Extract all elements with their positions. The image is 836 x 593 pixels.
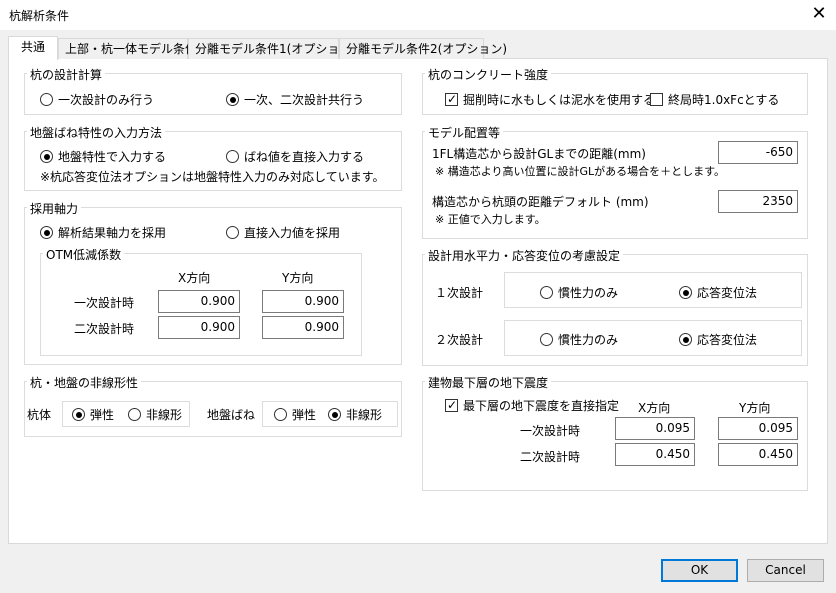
- axial-force-legend: 採用軸力: [27, 200, 82, 217]
- radio-selected-icon: [679, 333, 692, 346]
- radio-label: 弾性: [292, 408, 317, 422]
- radio-icon: [540, 286, 553, 299]
- soil-spring-label: 地盤ばね: [207, 408, 256, 422]
- checkbox-label: 終局時1.0xFcとする: [668, 93, 780, 107]
- axial-direct-radio[interactable]: 直接入力値を採用: [226, 224, 340, 241]
- otm-row1-label: 一次設計時: [74, 296, 135, 310]
- radio-icon: [540, 333, 553, 346]
- radio-label: 応答変位法: [697, 286, 758, 300]
- otm-secondary-x-input[interactable]: 0.900: [158, 316, 240, 339]
- seismic-row2-label: 二次設計時: [520, 450, 581, 464]
- radio-selected-icon: [328, 408, 341, 421]
- pile-elastic-radio[interactable]: 弾性: [72, 406, 114, 423]
- checkbox-icon: [650, 93, 663, 106]
- seismic-primary-x-input[interactable]: 0.095: [615, 417, 695, 440]
- checkbox-label: 掘削時に水もしくは泥水を使用する: [463, 93, 656, 107]
- radio-label: 非線形: [346, 408, 383, 422]
- radio-icon: [40, 93, 53, 106]
- seismic-secondary-y-input[interactable]: 0.450: [718, 443, 798, 466]
- radio-selected-icon: [679, 286, 692, 299]
- primary-inertia-only-radio[interactable]: 慣性力のみ: [540, 284, 618, 301]
- radio-label: 弾性: [90, 408, 115, 422]
- model-placement-legend: モデル配置等: [425, 124, 504, 141]
- radio-selected-icon: [40, 226, 53, 239]
- radio-label: 慣性力のみ: [558, 333, 619, 347]
- pile-head-default-note: ※ 正値で入力します。: [435, 213, 546, 226]
- design-calc-legend: 杭の設計計算: [27, 66, 106, 83]
- radio-label: 応答変位法: [697, 333, 758, 347]
- window-title: 杭解析条件: [9, 9, 70, 23]
- tab-separated-model-2[interactable]: 分離モデル条件2(オプション): [339, 38, 507, 59]
- gl-distance-note: ※ 構造芯より高い位置に設計GLがある場合を＋とします。: [435, 165, 726, 178]
- pile-body-label: 杭体: [27, 408, 52, 422]
- seismic-primary-y-input[interactable]: 0.095: [718, 417, 798, 440]
- radio-selected-icon: [40, 150, 53, 163]
- horizontal-row1-label: １次設計: [435, 286, 484, 300]
- spring-input-note: ※杭応答変位法オプションは地盤特性入力のみ対応しています。: [40, 170, 385, 184]
- design-calc-primary-only-radio[interactable]: 一次設計のみ行う: [40, 91, 154, 108]
- ok-button[interactable]: OK: [661, 559, 738, 582]
- radio-label: 非線形: [146, 408, 183, 422]
- gl-distance-input[interactable]: -650: [718, 141, 798, 164]
- title-bar: [0, 0, 836, 30]
- design-calc-both-radio[interactable]: 一次、二次設計共行う: [226, 91, 364, 108]
- radio-selected-icon: [72, 408, 85, 421]
- gl-distance-label: 1FL構造芯から設計GLまでの距離(mm): [432, 147, 646, 161]
- checkbox-checked-icon: [445, 91, 458, 107]
- horizontal-force-legend: 設計用水平力・応答変位の考慮設定: [425, 247, 624, 264]
- radio-selected-icon: [226, 93, 239, 106]
- seismic-secondary-x-input[interactable]: 0.450: [615, 443, 695, 466]
- checkbox-checked-icon: [445, 397, 458, 413]
- seismic-legend: 建物最下層の地下震度: [425, 374, 552, 391]
- pile-head-default-label: 構造芯から杭頭の距離デフォルト (mm): [432, 195, 649, 209]
- concrete-ultimate-checkbox[interactable]: 終局時1.0xFcとする: [650, 91, 779, 108]
- radio-icon: [226, 226, 239, 239]
- tab-common[interactable]: 共通: [8, 36, 58, 60]
- radio-label: 地盤特性で入力する: [58, 150, 167, 164]
- axial-analysis-radio[interactable]: 解析結果軸力を採用: [40, 224, 166, 241]
- close-icon[interactable]: ✕: [808, 3, 830, 25]
- concrete-legend: 杭のコンクリート強度: [425, 66, 552, 83]
- spring-input-legend: 地盤ばね特性の入力方法: [27, 124, 166, 141]
- soil-nonlinear-radio[interactable]: 非線形: [328, 406, 382, 423]
- secondary-response-disp-radio[interactable]: 応答変位法: [679, 331, 757, 348]
- pile-head-default-input[interactable]: 2350: [718, 190, 798, 213]
- radio-icon: [226, 150, 239, 163]
- otm-col-y: Y方向: [282, 271, 314, 285]
- seismic-col-x: X方向: [638, 401, 671, 415]
- radio-icon: [274, 408, 287, 421]
- tab-separated-model-1[interactable]: 分離モデル条件1(オプション): [188, 38, 356, 59]
- primary-response-disp-radio[interactable]: 応答変位法: [679, 284, 757, 301]
- concrete-water-checkbox[interactable]: 掘削時に水もしくは泥水を使用する: [445, 91, 655, 108]
- otm-col-x: X方向: [178, 271, 211, 285]
- pile-nonlinear-radio[interactable]: 非線形: [128, 406, 182, 423]
- radio-label: ばね値を直接入力する: [244, 150, 365, 164]
- otm-row2-label: 二次設計時: [74, 322, 135, 336]
- radio-label: 直接入力値を採用: [244, 226, 341, 240]
- radio-label: 一次設計のみ行う: [58, 93, 155, 107]
- secondary-inertia-only-radio[interactable]: 慣性力のみ: [540, 331, 618, 348]
- radio-label: 一次、二次設計共行う: [244, 93, 365, 107]
- cancel-button[interactable]: Cancel: [747, 559, 824, 582]
- seismic-col-y: Y方向: [739, 401, 771, 415]
- otm-primary-x-input[interactable]: 0.900: [158, 290, 240, 313]
- radio-label: 慣性力のみ: [558, 286, 619, 300]
- horizontal-row2-label: ２次設計: [435, 333, 484, 347]
- radio-icon: [128, 408, 141, 421]
- otm-legend: OTM低減係数: [43, 246, 125, 263]
- radio-label: 解析結果軸力を採用: [58, 226, 167, 240]
- tab-integrated-model[interactable]: 上部・杭一体モデル条件: [58, 38, 197, 59]
- spring-input-direct-radio[interactable]: ばね値を直接入力する: [226, 148, 364, 165]
- otm-secondary-y-input[interactable]: 0.900: [262, 316, 344, 339]
- nonlinear-legend: 杭・地盤の非線形性: [27, 374, 142, 391]
- soil-elastic-radio[interactable]: 弾性: [274, 406, 316, 423]
- seismic-direct-checkbox[interactable]: 最下層の地下震度を直接指定: [445, 397, 619, 414]
- otm-primary-y-input[interactable]: 0.900: [262, 290, 344, 313]
- seismic-row1-label: 一次設計時: [520, 424, 581, 438]
- spring-input-soil-radio[interactable]: 地盤特性で入力する: [40, 148, 166, 165]
- checkbox-label: 最下層の地下震度を直接指定: [463, 399, 620, 413]
